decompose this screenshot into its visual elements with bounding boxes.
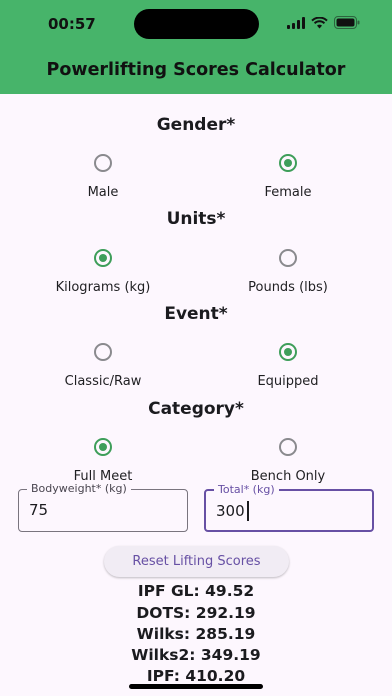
signal-icon xyxy=(287,16,305,29)
wifi-icon xyxy=(311,16,328,28)
event-option-equipped-label: Equipped xyxy=(257,374,319,389)
units-option-lbs-label: Pounds (lbs) xyxy=(248,280,328,295)
status-time: 00:57 xyxy=(48,15,96,33)
category-title: Category* xyxy=(148,399,244,419)
total-field[interactable]: Total* (kg) xyxy=(204,483,374,532)
bodyweight-field[interactable]: Bodyweight* (kg) xyxy=(18,482,188,532)
home-indicator xyxy=(129,684,263,689)
bodyweight-input[interactable] xyxy=(29,501,174,519)
dynamic-island xyxy=(134,9,259,39)
radio-full-meet[interactable] xyxy=(94,438,112,456)
units-title: Units* xyxy=(166,209,226,229)
event-option-classic[interactable]: Classic/Raw xyxy=(18,343,188,389)
bodyweight-label: Bodyweight* (kg) xyxy=(27,482,131,495)
units-option-kg-label: Kilograms (kg) xyxy=(55,280,151,295)
gender-title: Gender* xyxy=(156,115,236,135)
event-option-classic-label: Classic/Raw xyxy=(64,374,142,389)
radio-lbs[interactable] xyxy=(279,249,297,267)
category-option-bench-only-label: Bench Only xyxy=(250,469,326,484)
status-icons xyxy=(287,16,360,29)
app-title: Powerlifting Scores Calculator xyxy=(46,60,346,80)
battery-icon xyxy=(334,16,360,29)
category-option-full-meet[interactable]: Full Meet xyxy=(18,438,188,484)
gender-option-female-label: Female xyxy=(264,185,312,200)
gender-option-female[interactable]: Female xyxy=(203,154,373,200)
score-ipf: IPF: 410.20 xyxy=(146,667,246,685)
gender-option-male[interactable]: Male xyxy=(18,154,188,200)
category-option-bench-only[interactable]: Bench Only xyxy=(203,438,373,484)
event-option-equipped[interactable]: Equipped xyxy=(203,343,373,389)
units-option-lbs[interactable]: Pounds (lbs) xyxy=(203,249,373,295)
radio-equipped[interactable] xyxy=(279,343,297,361)
text-cursor xyxy=(247,501,249,521)
score-wilks: Wilks: 285.19 xyxy=(136,625,256,643)
total-input[interactable] xyxy=(216,502,361,520)
total-label: Total* (kg) xyxy=(214,483,279,496)
radio-female[interactable] xyxy=(279,154,297,172)
radio-bench-only[interactable] xyxy=(279,438,297,456)
gender-option-male-label: Male xyxy=(87,185,119,200)
radio-classic[interactable] xyxy=(94,343,112,361)
reset-lifting-scores-button[interactable]: Reset Lifting Scores xyxy=(104,546,289,577)
radio-kg[interactable] xyxy=(94,249,112,267)
event-title: Event* xyxy=(164,304,228,324)
radio-male[interactable] xyxy=(94,154,112,172)
app-bar: 00:57 Powerlifting Scores Calculator xyxy=(0,0,392,94)
score-dots: DOTS: 292.19 xyxy=(136,604,256,622)
score-wilks2: Wilks2: 349.19 xyxy=(131,646,261,664)
score-ipf-gl: IPF GL: 49.52 xyxy=(137,582,255,600)
units-option-kg[interactable]: Kilograms (kg) xyxy=(18,249,188,295)
